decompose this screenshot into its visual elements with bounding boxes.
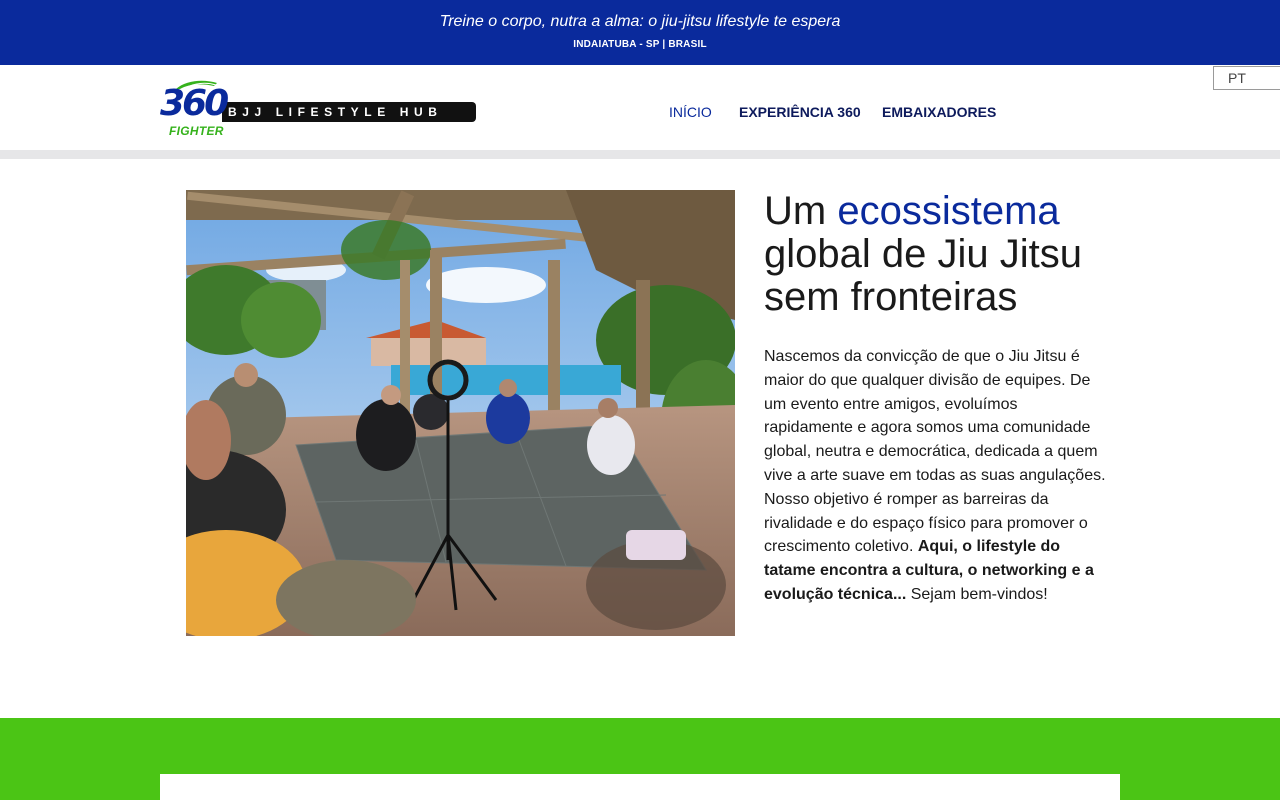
- hero-paragraph-intro: Nascemos da convicção de que o Jiu Jitsu…: [764, 348, 1106, 556]
- nav-item-embaixadores[interactable]: EMBAIXADORES: [882, 104, 996, 122]
- hero-photo-illustration: [186, 190, 735, 636]
- announcement-location: INDAIATUBA - SP | BRASIL: [573, 39, 707, 50]
- hero-headline-prefix: Um: [764, 189, 827, 233]
- language-selector[interactable]: PT: [1213, 66, 1280, 90]
- logo-number: 360: [160, 83, 229, 124]
- hero-paragraph: Nascemos da convicção de que o Jiu Jitsu…: [764, 345, 1106, 607]
- content-card: [160, 774, 1120, 800]
- header-divider: [0, 150, 1280, 159]
- logo-hub-text: BJJ LIFESTYLE HUB: [228, 105, 443, 119]
- nav-item-inicio[interactable]: INÍCIO: [669, 104, 712, 122]
- hero-headline-accent: ecossistema: [837, 189, 1060, 233]
- nav-item-experiencia-360[interactable]: EXPERIÊNCIA 360: [739, 104, 861, 122]
- hero-headline: Um ecossistema global de Jiu Jitsu sem f…: [764, 190, 1144, 319]
- logo-subtitle: FIGHTER: [169, 124, 224, 138]
- hero-headline-rest: global de Jiu Jitsu sem fronteiras: [764, 232, 1082, 319]
- announcement-bar: Treine o corpo, nutra a alma: o jiu-jits…: [0, 0, 1280, 65]
- announcement-tagline: Treine o corpo, nutra a alma: o jiu-jits…: [439, 13, 841, 30]
- hero-photo: [186, 190, 735, 636]
- site-logo[interactable]: BJJ LIFESTYLE HUB 360 FIGHTER: [160, 78, 478, 142]
- hero-paragraph-end: Sejam bem-vindos!: [910, 585, 1048, 603]
